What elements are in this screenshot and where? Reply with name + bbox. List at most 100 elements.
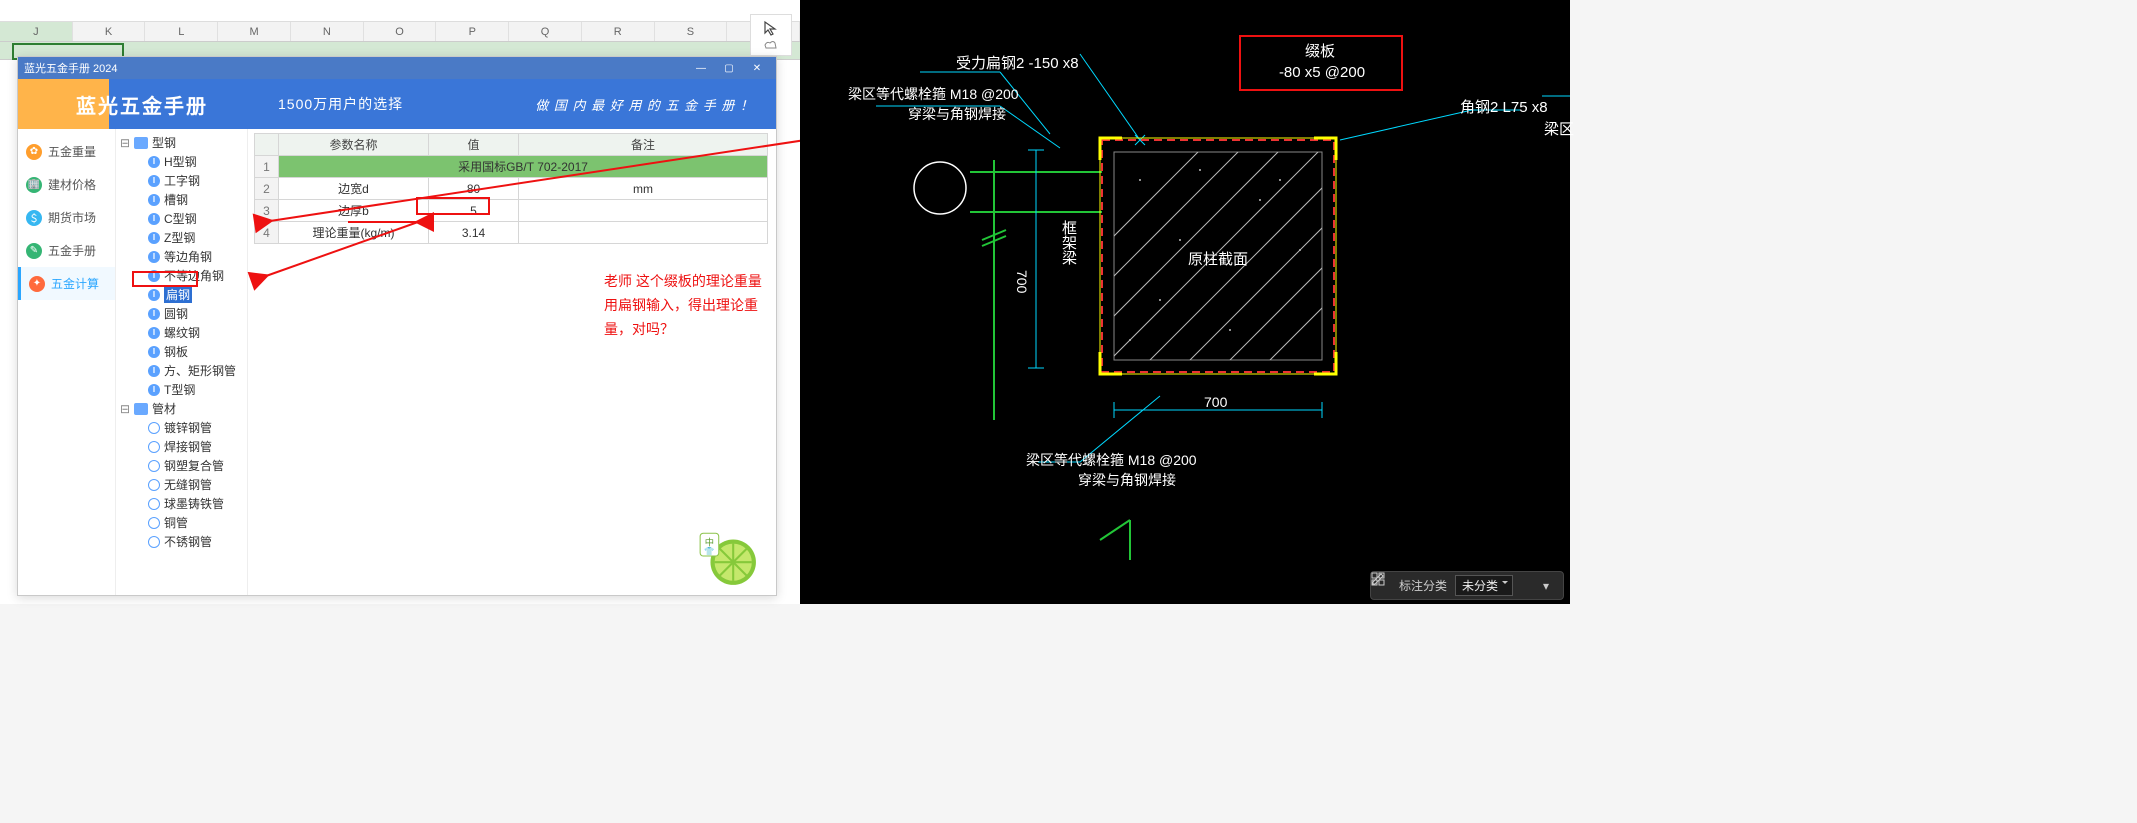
- item-icon: I: [148, 156, 160, 168]
- tree-item[interactable]: I等边角钢: [118, 247, 245, 266]
- tree-item[interactable]: I槽钢: [118, 190, 245, 209]
- tree-item[interactable]: IC型钢: [118, 209, 245, 228]
- cad-dim-v: 700: [1014, 270, 1030, 293]
- building-icon: 🏢: [26, 177, 42, 193]
- cad-bot-label-2: 穿梁与角钢焊接: [1078, 470, 1176, 490]
- param-cell: 边厚b: [279, 200, 429, 222]
- nav-material-price[interactable]: 🏢 建材价格: [18, 168, 115, 201]
- tree-item[interactable]: IH型钢: [118, 152, 245, 171]
- item-icon: I: [148, 175, 160, 187]
- tree-item[interactable]: 不锈钢管: [118, 532, 245, 551]
- nav-calc[interactable]: ✦五金计算: [18, 267, 115, 300]
- item-icon: [148, 422, 160, 434]
- cad-mid-label-2: 穿梁与角钢焊接: [908, 104, 1006, 124]
- value-cell[interactable]: 80: [429, 178, 519, 200]
- formula-bar[interactable]: [0, 0, 800, 22]
- col-header[interactable]: Q: [509, 22, 582, 41]
- col-header[interactable]: L: [145, 22, 218, 41]
- tree-item[interactable]: IT型钢: [118, 380, 245, 399]
- col-param[interactable]: 参数名称: [279, 134, 429, 156]
- col-header[interactable]: O: [364, 22, 437, 41]
- edit-icon[interactable]: [1521, 579, 1535, 593]
- item-icon: [148, 517, 160, 529]
- minimize-button[interactable]: ―: [688, 60, 714, 76]
- tree-item[interactable]: 无缝钢管: [118, 475, 245, 494]
- item-icon: I: [148, 346, 160, 358]
- annotation-line: 用扁钢输入，得出理论重量，对吗？: [604, 293, 776, 341]
- col-note[interactable]: 备注: [519, 134, 768, 156]
- tree-item[interactable]: I扁钢: [118, 285, 245, 304]
- nav-manual[interactable]: ✎五金手册: [18, 234, 115, 267]
- titlebar[interactable]: 蓝光五金手册 2024 ― ▢ ✕: [18, 57, 776, 79]
- nav-sidebar: ✿五金重量 🏢 建材价格 ＄期货市场 ✎五金手册 ✦五金计算: [18, 129, 116, 595]
- cad-bottom-toolbar[interactable]: 标注分类 未分类 ▾: [1370, 571, 1564, 600]
- category-tree[interactable]: ⊟型钢IH型钢I工字钢I槽钢IC型钢IZ型钢I等边角钢I不等边角钢I扁钢I圆钢I…: [116, 129, 248, 595]
- tree-item[interactable]: I圆钢: [118, 304, 245, 323]
- cad-top-label: 受力扁钢2 -150 x8: [956, 52, 1079, 73]
- cad-title-1: 缀板: [1260, 40, 1380, 61]
- col-header[interactable]: J: [0, 22, 73, 41]
- tree-item[interactable]: 球墨铸铁管: [118, 494, 245, 513]
- table-row[interactable]: 2边宽d80mm: [255, 178, 768, 200]
- item-icon: I: [148, 384, 160, 396]
- col-header[interactable]: S: [655, 22, 728, 41]
- tree-item[interactable]: I钢板: [118, 342, 245, 361]
- col-header[interactable]: R: [582, 22, 655, 41]
- cad-section-label: 原柱截面: [1188, 248, 1248, 269]
- item-icon: I: [148, 232, 160, 244]
- cad-right-clip: 梁区: [1544, 118, 1574, 139]
- nav-label: 五金手册: [48, 242, 96, 259]
- cad-frame-beam: 框架梁: [1058, 220, 1079, 265]
- table-row[interactable]: 1采用国标GB/T 702-2017: [255, 156, 768, 178]
- tree-item[interactable]: 镀锌钢管: [118, 418, 245, 437]
- cursor-toolbox[interactable]: [750, 14, 792, 56]
- tree-item[interactable]: I螺纹钢: [118, 323, 245, 342]
- tree-item[interactable]: ⊟管材: [118, 399, 245, 418]
- nav-label: 建材价格: [48, 176, 96, 193]
- value-cell[interactable]: 5: [429, 200, 519, 222]
- banner: 蓝光五金手册 1500万用户的选择 做 国 内 最 好 用 的 五 金 手 册 …: [18, 79, 776, 129]
- tree-item[interactable]: 铜管: [118, 513, 245, 532]
- value-cell[interactable]: 3.14: [429, 222, 519, 244]
- cad-view[interactable]: 缀板 -80 x5 @200 受力扁钢2 -150 x8 梁区等代螺栓箍 M18…: [800, 0, 1570, 604]
- item-icon: [148, 498, 160, 510]
- hardware-manual-window: 蓝光五金手册 2024 ― ▢ ✕ 蓝光五金手册 1500万用户的选择 做 国 …: [17, 56, 777, 596]
- row-number: 2: [255, 178, 279, 200]
- table-row[interactable]: 3边厚b5: [255, 200, 768, 222]
- window-title: 蓝光五金手册 2024: [24, 60, 118, 76]
- chart-icon: ＄: [26, 210, 42, 226]
- nav-weight[interactable]: ✿五金重量: [18, 135, 115, 168]
- tree-item[interactable]: 钢塑复合管: [118, 456, 245, 475]
- col-header[interactable]: N: [291, 22, 364, 41]
- col-value[interactable]: 值: [429, 134, 519, 156]
- table-row[interactable]: 4理论重量(kg/m)3.14: [255, 222, 768, 244]
- col-header[interactable]: K: [73, 22, 146, 41]
- tree-item[interactable]: IZ型钢: [118, 228, 245, 247]
- tree-item[interactable]: I不等边角钢: [118, 266, 245, 285]
- nav-futures[interactable]: ＄期货市场: [18, 201, 115, 234]
- col-header[interactable]: P: [436, 22, 509, 41]
- col-rowno: [255, 134, 279, 156]
- parameter-table: 参数名称 值 备注 1采用国标GB/T 702-20172边宽d80mm3边厚b…: [254, 133, 768, 244]
- col-header[interactable]: M: [218, 22, 291, 41]
- tag-category-dropdown[interactable]: 未分类: [1455, 575, 1513, 596]
- tree-item[interactable]: I工字钢: [118, 171, 245, 190]
- maximize-button[interactable]: ▢: [716, 60, 742, 76]
- calc-icon: ✦: [29, 276, 45, 292]
- dropdown-icon[interactable]: ▾: [1543, 579, 1557, 593]
- lime-decor-icon: 中 👕: [696, 525, 758, 587]
- item-icon: I: [148, 365, 160, 377]
- item-icon: [148, 460, 160, 472]
- tree-item[interactable]: I方、矩形钢管: [118, 361, 245, 380]
- item-icon: I: [148, 251, 160, 263]
- item-icon: [148, 479, 160, 491]
- annotation-line: 老师 这个缀板的理论重量: [604, 269, 776, 293]
- cad-mid-label-1: 梁区等代螺栓箍 M18 @200: [848, 84, 1019, 104]
- tree-item[interactable]: ⊟型钢: [118, 133, 245, 152]
- dropdown-value: 未分类: [1462, 579, 1498, 593]
- param-cell: 边宽d: [279, 178, 429, 200]
- close-button[interactable]: ✕: [744, 60, 770, 76]
- hand-icon: [764, 40, 778, 50]
- tree-item[interactable]: 焊接钢管: [118, 437, 245, 456]
- column-headers: J K L M N O P Q R S T: [0, 22, 800, 42]
